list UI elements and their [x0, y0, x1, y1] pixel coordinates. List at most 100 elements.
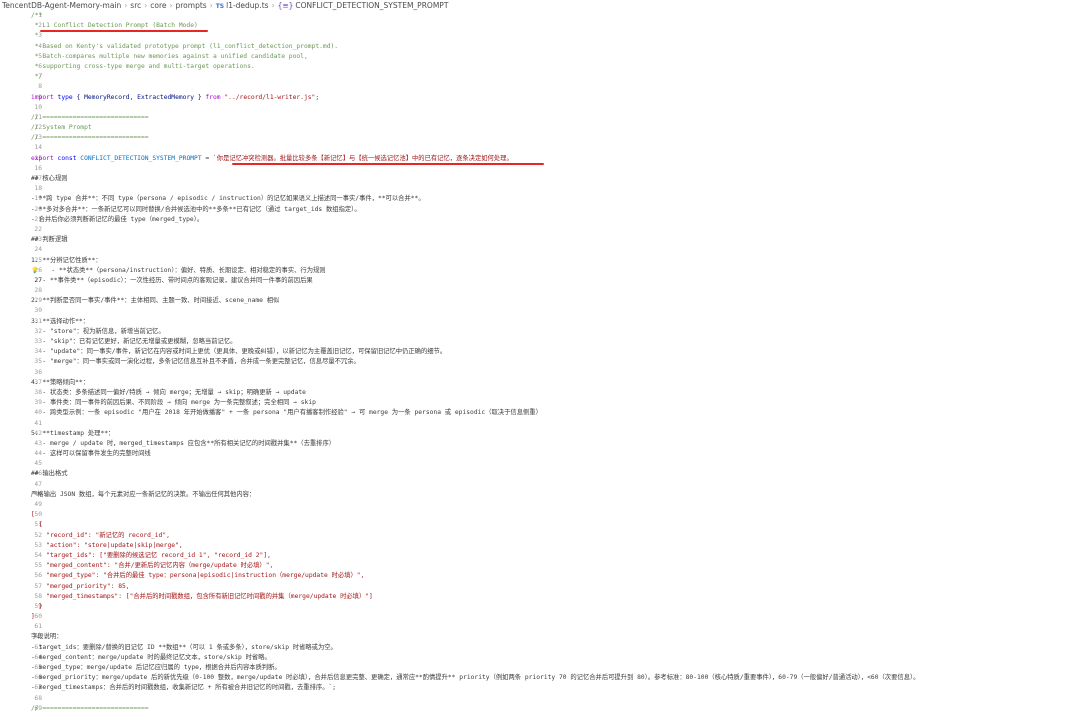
breadcrumb-item-src[interactable]: src: [130, 1, 141, 10]
code-line[interactable]: 58 "merged_timestamps": ["合并后的时间戳数组，包含所有…: [0, 592, 1080, 602]
code-line[interactable]: 49: [0, 500, 1080, 510]
breadcrumb-item-root[interactable]: TencentDB-Agent-Memory-main: [2, 1, 121, 10]
code-line[interactable]: 27 - **事件类**（episodic）：一次性经历、带时间点的客观记录，建…: [0, 276, 1080, 286]
code-text: "merged_type": "合并后的最佳 type：persona|epis…: [31, 572, 365, 580]
code-line[interactable]: 56 "merged_type": "合并后的最佳 type：persona|e…: [0, 571, 1080, 581]
line-number: 30: [34, 307, 42, 315]
breadcrumb: TencentDB-Agent-Memory-main › src › core › pro…: [0, 0, 1080, 11]
code-line[interactable]: 51 {: [0, 520, 1080, 530]
code-line[interactable]: 37 4. **策略倾向**：: [0, 378, 1080, 388]
code-line[interactable]: 33 - "skip"：已有记忆更好，新记忆无增量或更模糊，忽略当前记忆。: [0, 337, 1080, 347]
code-line[interactable]: 28: [0, 286, 1080, 296]
code-text: // ============================: [31, 704, 149, 712]
code-line[interactable]: 36: [0, 368, 1080, 378]
line-number: 45: [34, 460, 42, 468]
code-line[interactable]: 47: [0, 480, 1080, 490]
code-line[interactable]: 13// ============================: [0, 133, 1080, 143]
code-line[interactable]: 4 * Based on Kenty's validated prototype…: [0, 42, 1080, 52]
code-editor[interactable]: 1/** 2 * L1 Conflict Detection Prompt (Ba…: [0, 11, 1080, 714]
code-line[interactable]: 53 "action": "store|update|skip|merge",: [0, 541, 1080, 551]
code-line[interactable]: 67- merged_timestamps：合并后的时间戳数组，收集新记忆 + …: [0, 683, 1080, 693]
code-text: - merged_timestamps：合并后的时间戳数组，收集新记忆 + 所有…: [31, 684, 337, 692]
code-line[interactable]: 54 "target_ids": ["要删除的候选记忆 record_id 1"…: [0, 551, 1080, 561]
code-line[interactable]: 38 - 状态类：多条描述同一偏好/特质 → 倾向 merge；无增量 → sk…: [0, 388, 1080, 398]
code-line[interactable]: 59 }: [0, 602, 1080, 612]
code-text: - 状态类：多条描述同一偏好/特质 → 倾向 merge；无增量 → skip；…: [31, 388, 306, 396]
code-line[interactable]: 10: [0, 103, 1080, 113]
code-line[interactable]: 5 * Batch-compares multiple new memories…: [0, 52, 1080, 62]
code-line[interactable]: 48 严格输出 JSON 数组，每个元素对应一条新记忆的决策。不输出任何其他内容：: [0, 490, 1080, 500]
code-text: import type { MemoryRecord, ExtractedMem…: [31, 93, 320, 101]
code-line[interactable]: 42 5. **timestamp 处理**：: [0, 429, 1080, 439]
lightbulb-icon[interactable]: 💡: [31, 266, 38, 276]
code-line[interactable]: 60]: [0, 612, 1080, 622]
code-line[interactable]: 43 - merge / update 时，merged_timestamps …: [0, 439, 1080, 449]
code-line[interactable]: 21- 合并后你必须判断新记忆的最佳 type（merged_type）。: [0, 215, 1080, 225]
code-line[interactable]: 52 "record_id": "新记忆的 record_id",: [0, 531, 1080, 541]
line-number: 18: [34, 185, 42, 193]
code-line[interactable]: 55 "merged_content": "合并/更新后的记忆内容（merge/…: [0, 561, 1080, 571]
code-line[interactable]: 16: [0, 164, 1080, 174]
code-line[interactable]: 24: [0, 245, 1080, 255]
code-line[interactable]: 11// ============================: [0, 113, 1080, 123]
code-line[interactable]: 64- merged_content：merge/update 时的最终记忆文本…: [0, 653, 1080, 663]
code-text: // ============================: [31, 134, 149, 142]
code-line[interactable]: 29 2. **判断是否同一事实/事件**：主体相同、主题一致、时间接近、scen…: [0, 296, 1080, 306]
code-line[interactable]: 3 *: [0, 31, 1080, 41]
code-line[interactable]: 32 - "store"：视为新信息，新增当前记忆。: [0, 327, 1080, 337]
code-line[interactable]: 46 ## 输出格式: [0, 469, 1080, 479]
line-number: 41: [34, 419, 42, 427]
code-text: // System Prompt: [31, 124, 92, 132]
code-line[interactable]: 7 */: [0, 72, 1080, 82]
code-text: - 合并后你必须判断新记忆的最佳 type（merged_type）。: [31, 215, 204, 223]
code-line[interactable]: 14: [0, 143, 1080, 153]
breadcrumb-item-prompts[interactable]: prompts: [176, 1, 207, 10]
code-line[interactable]: 20- **多对多合并**：一条新记忆可以同时替换/合并候选池中的**多条**已…: [0, 205, 1080, 215]
symbol-constant-icon: {≡}: [277, 1, 294, 10]
code-line[interactable]: 31 3. **选择动作**：: [0, 317, 1080, 327]
code-line[interactable]: 18: [0, 184, 1080, 194]
code-line[interactable]: 9 import type { MemoryRecord, ExtractedMe…: [0, 93, 1080, 103]
code-line[interactable]: 69// ============================: [0, 704, 1080, 714]
code-line[interactable]: 63- target_ids：要删除/替换的旧记忆 ID **数组**（可以 1…: [0, 643, 1080, 653]
code-line[interactable]: 45: [0, 459, 1080, 469]
code-line[interactable]: 57 "merged_priority": 85,: [0, 582, 1080, 592]
code-line[interactable]: 39 - 事件类：同一事件的前因后果、不同阶段 → 倾向 merge 为一条完整…: [0, 398, 1080, 408]
code-line[interactable]: 41: [0, 419, 1080, 429]
line-number: 60: [34, 613, 42, 621]
code-line[interactable]: 12// System Prompt: [0, 123, 1080, 133]
code-line[interactable]: 50[: [0, 510, 1080, 520]
code-text: 字段说明：: [31, 633, 63, 641]
code-text: ## 判断逻辑: [31, 236, 68, 244]
code-line[interactable]: 26 💡 - **状态类**（persona/instruction）：偏好、特质…: [0, 266, 1080, 276]
code-line[interactable]: 23 ## 判断逻辑: [0, 235, 1080, 245]
code-text: - 跨类型示例：一条 episodic "用户在 2018 年开始做播客" + …: [31, 409, 542, 417]
code-line[interactable]: 61: [0, 622, 1080, 632]
code-text: {: [31, 521, 43, 529]
annotation-underline: [40, 30, 208, 33]
breadcrumb-item-core[interactable]: core: [150, 1, 166, 10]
breadcrumb-item-file[interactable]: l1-dedup.ts: [226, 1, 268, 10]
line-number: 8: [38, 83, 42, 91]
code-line[interactable]: 68: [0, 694, 1080, 704]
code-text: - **跨 type 合并**：不同 type（persona / episod…: [31, 195, 425, 203]
code-line[interactable]: 25 1. **分辨记忆性质**：: [0, 256, 1080, 266]
code-text: - **事件类**（episodic）：一次性经历、带时间点的客观记录，建议合并…: [31, 276, 313, 284]
code-line[interactable]: 65- merged_type：merge/update 后记忆应归属的 typ…: [0, 663, 1080, 673]
code-line[interactable]: 8: [0, 82, 1080, 92]
code-line[interactable]: 66- merged_priority：merge/update 后的新优先级（…: [0, 673, 1080, 683]
code-text: 3. **选择动作**：: [31, 317, 90, 325]
code-line[interactable]: 6 * supporting cross-type merge and mult…: [0, 62, 1080, 72]
breadcrumb-item-symbol[interactable]: CONFLICT_DETECTION_SYSTEM_PROMPT: [295, 1, 448, 10]
code-line[interactable]: 17 ## 核心规则: [0, 174, 1080, 184]
code-line[interactable]: 1/**: [0, 11, 1080, 21]
line-number: 49: [34, 501, 42, 508]
code-line[interactable]: 30: [0, 306, 1080, 316]
code-line[interactable]: 22: [0, 225, 1080, 235]
code-line[interactable]: 40 - 跨类型示例：一条 episodic "用户在 2018 年开始做播客"…: [0, 408, 1080, 418]
code-line[interactable]: 35 - "merge"：同一事实或同一演化过程，多条记忆信息互补且不矛盾，合并…: [0, 357, 1080, 367]
code-line[interactable]: 44 - 这样可以保留事件发生的完整时间线: [0, 449, 1080, 459]
code-line[interactable]: 62 字段说明：: [0, 632, 1080, 642]
code-line[interactable]: 19- **跨 type 合并**：不同 type（persona / epis…: [0, 194, 1080, 204]
code-line[interactable]: 34 - "update"：同一事实/事件，新记忆在内容或时间上更优（更具体、更…: [0, 347, 1080, 357]
